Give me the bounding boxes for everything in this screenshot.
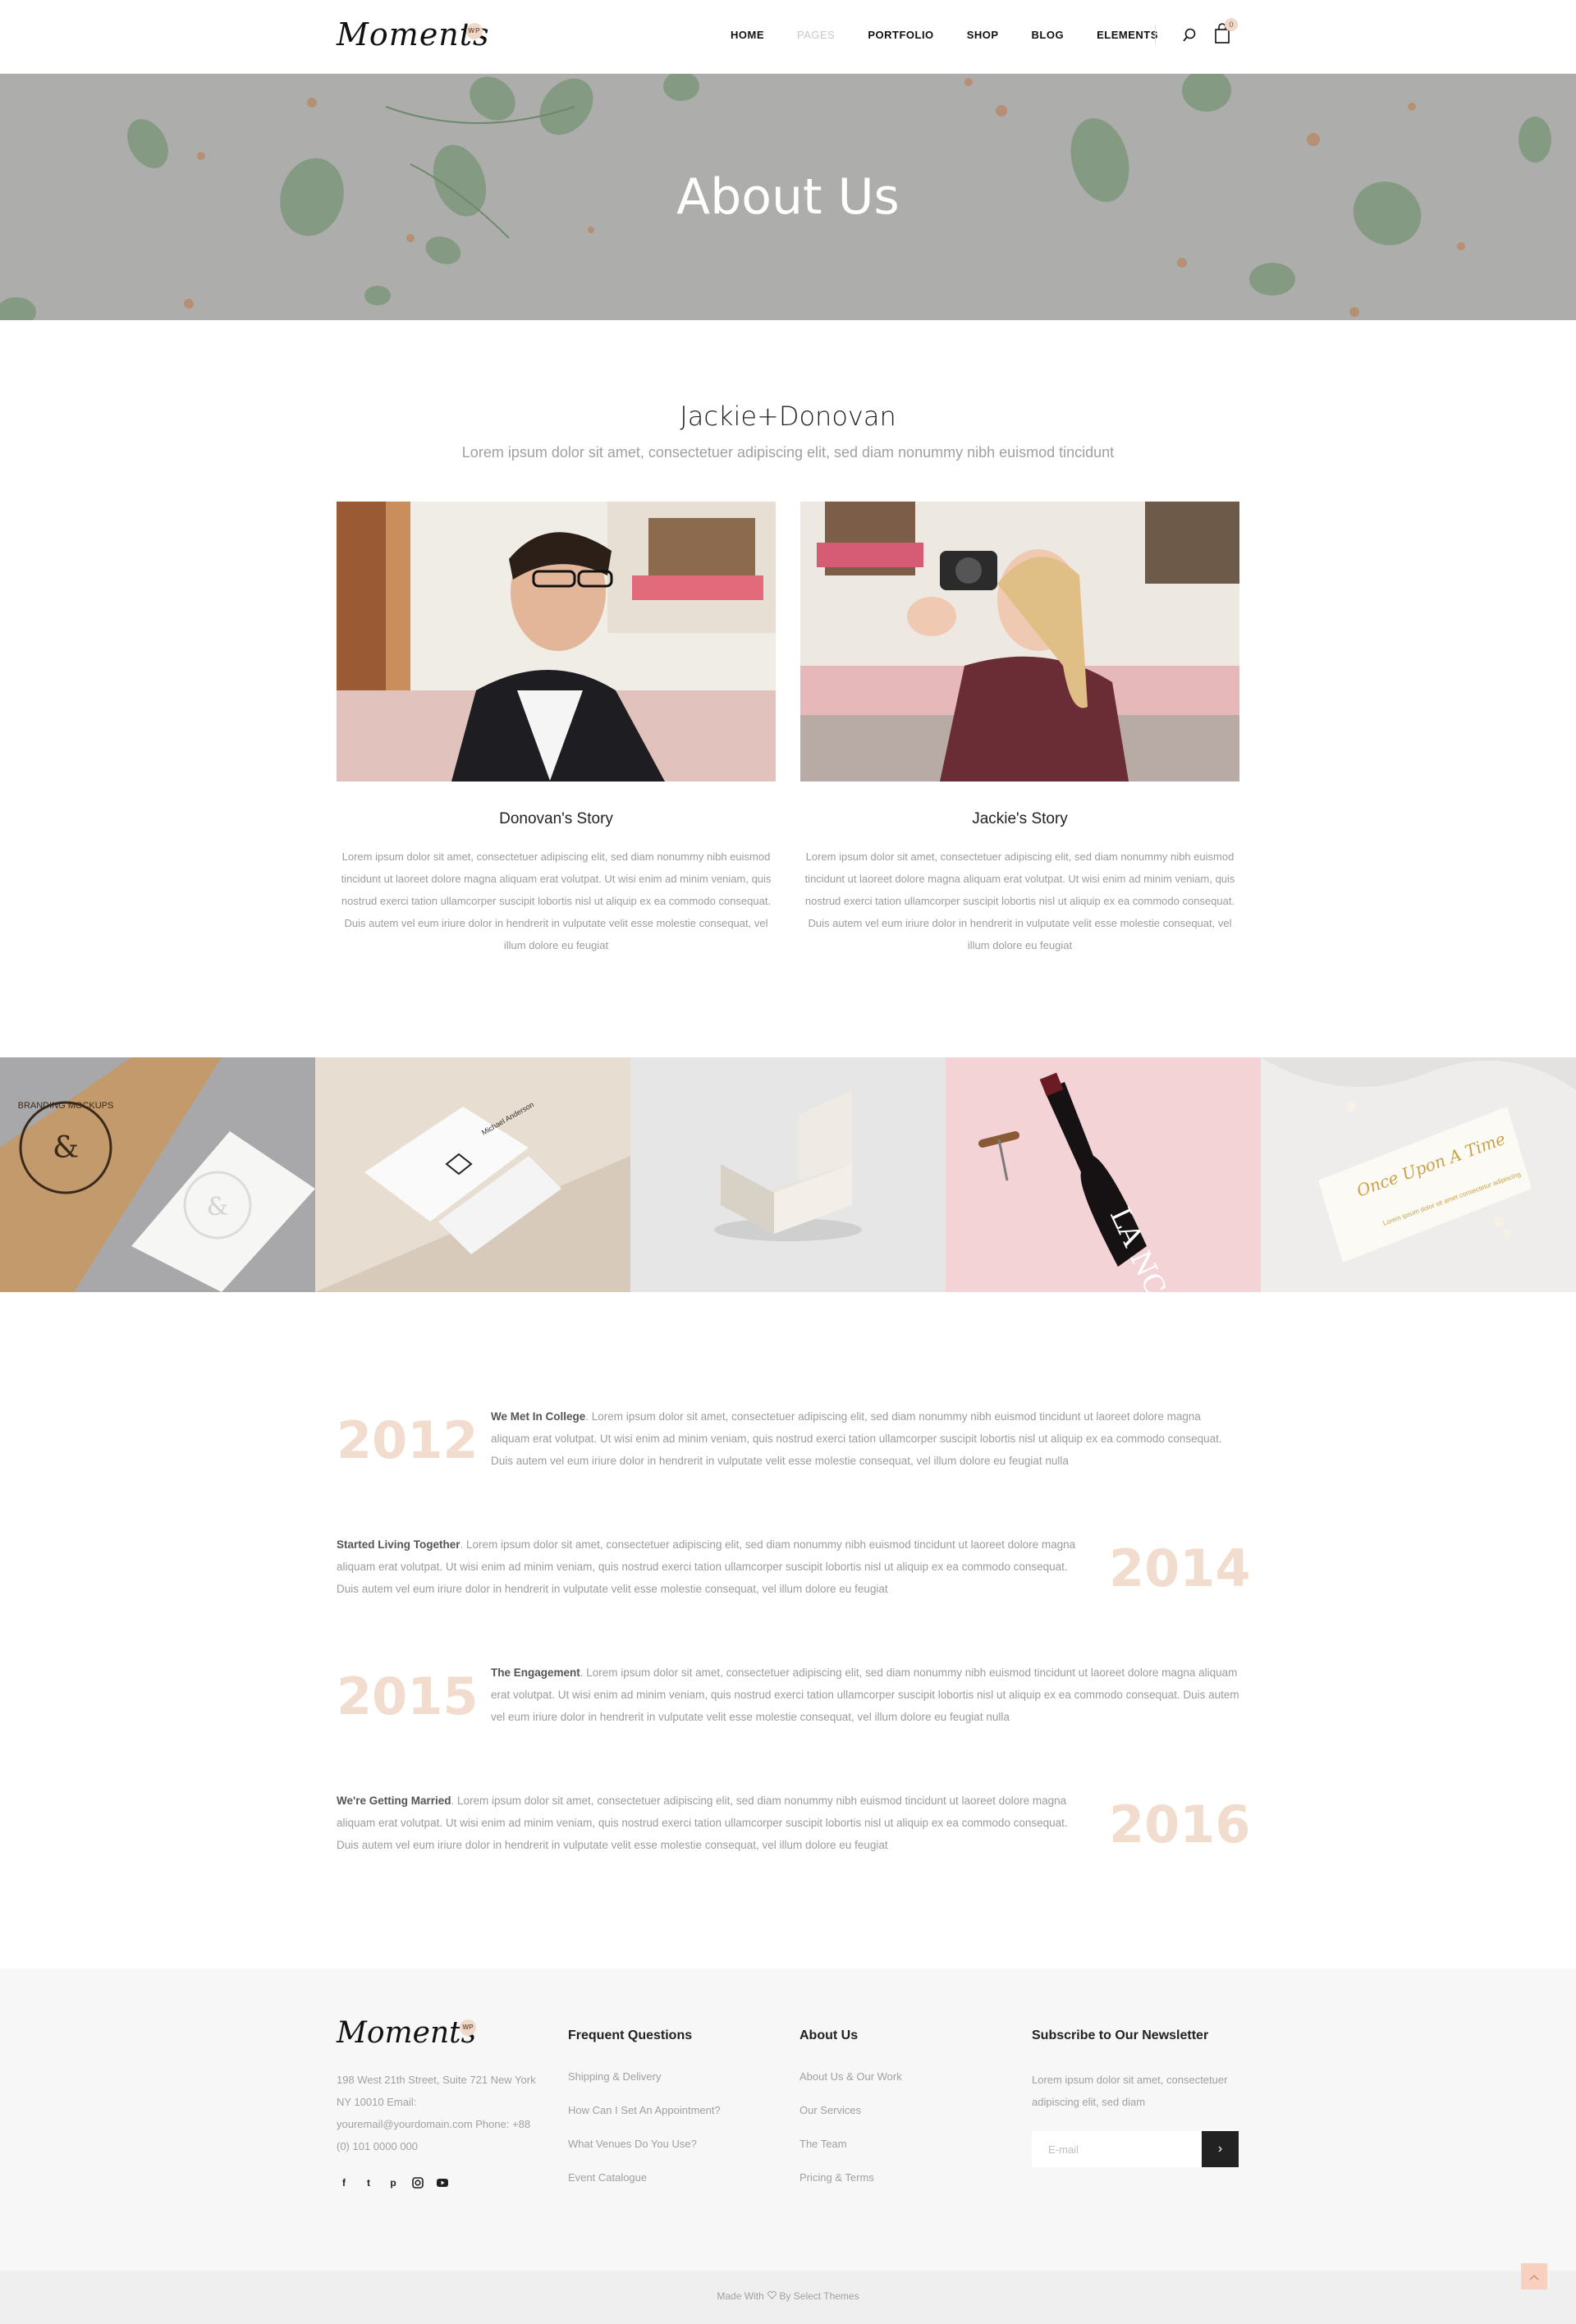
instagram-icon[interactable] [412, 2177, 424, 2189]
site-logo[interactable]: Moments WP [337, 16, 490, 53]
timeline-entry-2014: Started Living Together. Lorem ipsum dol… [337, 1533, 1085, 1600]
back-to-top-button[interactable] [1521, 2263, 1547, 2290]
nav-home[interactable]: HOME [731, 29, 764, 41]
couple-subtitle: Lorem ipsum dolor sit amet, consectetuer… [461, 444, 1115, 461]
site-header: Moments WP HOME PAGES PORTFOLIO SHOP BLO… [0, 0, 1576, 74]
donovan-story-title: Donovan's Story [499, 810, 613, 827]
jackie-photo [800, 502, 1239, 782]
nav-elements[interactable]: ELEMENTS [1097, 29, 1158, 41]
copyright-text: Made With By Select Themes [0, 2290, 1576, 2302]
footer-address: 198 West 21th Street, Suite 721 New York… [337, 2074, 536, 2152]
cart-count-badge: 0 [1225, 18, 1238, 31]
newsletter-description: Lorem ipsum dolor sit amet, consectetuer… [1032, 2074, 1228, 2108]
timeline-body: . Lorem ipsum dolor sit amet, consectetu… [491, 1410, 1222, 1467]
chevron-up-icon [1529, 2274, 1539, 2280]
gallery-item-business-cards[interactable]: Michael Anderson [315, 1057, 630, 1292]
footer-faq-title: Frequent Questions [568, 2028, 693, 2042]
donovan-story-text: Lorem ipsum dolor sit amet, consectetuer… [341, 850, 772, 951]
footer-link-team[interactable]: The Team [799, 2138, 847, 2150]
footer-about-title: About Us [799, 2028, 859, 2042]
social-links: f t p [338, 2177, 448, 2189]
footer-link-venues[interactable]: What Venues Do You Use? [568, 2138, 697, 2150]
timeline-entry-2016: We're Getting Married. Lorem ipsum dolor… [337, 1790, 1085, 1856]
timeline-heading: We Met In College [491, 1410, 586, 1423]
by-select-themes-link[interactable]: By Select Themes [779, 2290, 859, 2302]
search-icon[interactable] [1182, 28, 1197, 43]
branding-mockup-label: BRANDING MOCKUPS [18, 1101, 114, 1111]
nav-shop[interactable]: SHOP [967, 29, 999, 41]
svg-text:&: & [53, 1131, 79, 1165]
newsletter-email-input[interactable] [1032, 2131, 1202, 2167]
timeline-body: . Lorem ipsum dolor sit amet, consectetu… [491, 1666, 1239, 1723]
footer-logo[interactable]: Moments WP [337, 2016, 476, 2050]
newsletter-submit-button[interactable]: › [1202, 2131, 1239, 2167]
svg-text:&: & [207, 1193, 229, 1222]
page-title: About Us [676, 168, 900, 226]
timeline-year-2015: 2015 [337, 1666, 479, 1726]
footer-link-pricing[interactable]: Pricing & Terms [799, 2171, 874, 2184]
youtube-icon[interactable] [437, 2177, 448, 2189]
site-footer: Moments WP 198 West 21th Street, Suite 7… [0, 1969, 1576, 2271]
timeline-entry-2015: The Engagement. Lorem ipsum dolor sit am… [491, 1662, 1239, 1728]
main-nav: HOME PAGES PORTFOLIO SHOP BLOG ELEMENTS [731, 29, 1191, 41]
footer-logo-badge: WP [460, 2019, 476, 2036]
footer-link-appointment[interactable]: How Can I Set An Appointment? [568, 2104, 721, 2116]
nav-pages[interactable]: PAGES [797, 29, 835, 41]
timeline-heading: Started Living Together [337, 1538, 460, 1551]
nav-portfolio[interactable]: PORTFOLIO [868, 29, 933, 41]
timeline-heading: The Engagement [491, 1666, 580, 1679]
donovan-photo [337, 502, 776, 782]
couple-title: Jackie+Donovan [680, 401, 896, 432]
gallery-item-wine-bottle[interactable]: LA NC [946, 1057, 1261, 1292]
footer-link-shipping[interactable]: Shipping & Delivery [568, 2070, 661, 2083]
timeline-year-2016: 2016 [1109, 1795, 1251, 1854]
timeline-heading: We're Getting Married [337, 1795, 451, 1807]
footer-newsletter-title: Subscribe to Our Newsletter [1032, 2028, 1209, 2042]
gallery-item-invitation[interactable]: Once Upon A Time Lorem ipsum dolor sit a… [1261, 1057, 1576, 1292]
nav-blog[interactable]: BLOG [1032, 29, 1065, 41]
pinterest-icon[interactable]: p [387, 2177, 399, 2189]
timeline-entry-2012: We Met In College. Lorem ipsum dolor sit… [491, 1405, 1239, 1472]
jackie-story-text: Lorem ipsum dolor sit amet, consectetuer… [804, 850, 1235, 951]
gallery-item-card-box[interactable] [630, 1057, 946, 1292]
jackie-story-title: Jackie's Story [972, 810, 1068, 827]
gallery-item-branding[interactable]: & & BRANDING MOCKUPS [0, 1057, 315, 1292]
footer-link-about-work[interactable]: About Us & Our Work [799, 2070, 902, 2083]
twitter-icon[interactable]: t [363, 2177, 374, 2189]
made-with-text: Made With [717, 2290, 764, 2302]
timeline-year-2012: 2012 [337, 1410, 479, 1470]
timeline-year-2014: 2014 [1109, 1538, 1251, 1598]
nav-divider [1155, 25, 1156, 44]
gallery-strip: & & BRANDING MOCKUPS Michael Anderson LA… [0, 1057, 1576, 1292]
footer-logo-text: Moments [337, 2016, 477, 2050]
footer-link-catalogue[interactable]: Event Catalogue [568, 2171, 647, 2184]
logo-badge: WP [466, 23, 483, 39]
footer-link-services[interactable]: Our Services [799, 2104, 861, 2116]
heart-icon [767, 2290, 777, 2302]
hero-banner: About Us [0, 74, 1576, 320]
facebook-icon[interactable]: f [338, 2177, 350, 2189]
copyright-bar: Made With By Select Themes [0, 2271, 1576, 2324]
